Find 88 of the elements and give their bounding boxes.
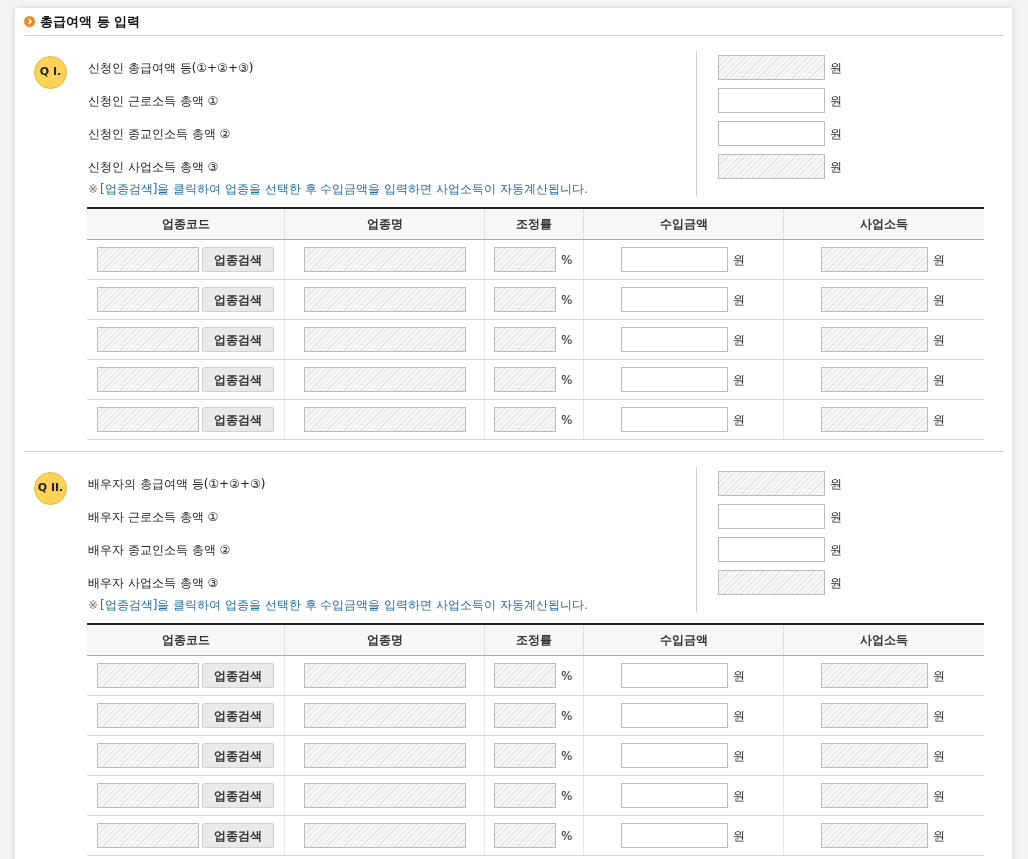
- unit-label: 원: [933, 411, 945, 429]
- input-field[interactable]: [621, 663, 728, 688]
- unit-label: %: [561, 667, 573, 685]
- unit-label: 원: [933, 291, 945, 309]
- search-button[interactable]: 업종검색: [202, 663, 274, 688]
- search-button[interactable]: 업종검색: [202, 287, 274, 312]
- column-header: 사업소득: [859, 216, 909, 233]
- unit-label: 원: [830, 158, 842, 176]
- question-badge: Q I.: [34, 56, 67, 89]
- input-field[interactable]: [621, 327, 728, 352]
- field-label: 배우자 근로소득 총액 ①: [88, 508, 219, 526]
- unit-label: 원: [933, 707, 945, 725]
- unit-label: 원: [733, 251, 745, 269]
- unit-label: %: [561, 371, 573, 389]
- unit-label: %: [561, 411, 573, 429]
- input-field[interactable]: [621, 367, 728, 392]
- unit-label: 원: [830, 59, 842, 77]
- unit-label: 원: [933, 747, 945, 765]
- search-button[interactable]: 업종검색: [202, 783, 274, 808]
- note-text: [업종검색]을 클릭하여 업종을 선택한 후 수입금액을 입력하면 사업소득이 자동계산됩니다.: [100, 596, 588, 614]
- column-header: 조정률: [485, 625, 584, 655]
- unit-label: 원: [933, 787, 945, 805]
- unit-label: %: [561, 331, 573, 349]
- input-field[interactable]: [621, 783, 728, 808]
- unit-label: %: [561, 251, 573, 269]
- search-button[interactable]: 업종검색: [202, 247, 274, 272]
- input-field[interactable]: [718, 88, 825, 113]
- unit-label: 원: [933, 667, 945, 685]
- field-label: 배우자 사업소득 총액 ③: [88, 574, 219, 592]
- input-field[interactable]: [718, 121, 825, 146]
- unit-label: 원: [933, 331, 945, 349]
- search-button[interactable]: 업종검색: [202, 823, 274, 848]
- unit-label: 원: [733, 787, 745, 805]
- search-button[interactable]: 업종검색: [202, 743, 274, 768]
- column-header: 사업소득: [859, 632, 909, 649]
- unit-label: 원: [830, 475, 842, 493]
- section-title: 총급여액 등 입력: [40, 12, 141, 31]
- unit-label: %: [561, 707, 573, 725]
- unit-label: 원: [733, 331, 745, 349]
- unit-label: 원: [733, 747, 745, 765]
- field-label: 신청인 총급여액 등(①+②+③): [88, 59, 254, 77]
- unit-label: 원: [830, 508, 842, 526]
- input-field[interactable]: [621, 247, 728, 272]
- unit-label: 원: [733, 291, 745, 309]
- field-label: 신청인 사업소득 총액 ③: [88, 158, 219, 176]
- column-header: 업종코드: [87, 209, 285, 239]
- unit-label: 원: [733, 411, 745, 429]
- unit-label: 원: [830, 92, 842, 110]
- column-header: 수입금액: [584, 209, 784, 239]
- unit-label: 원: [733, 827, 745, 845]
- search-button[interactable]: 업종검색: [202, 367, 274, 392]
- unit-label: 원: [830, 125, 842, 143]
- unit-label: 원: [733, 371, 745, 389]
- unit-label: 원: [933, 251, 945, 269]
- unit-label: 원: [933, 827, 945, 845]
- column-header: 조정률: [485, 209, 584, 239]
- column-header: 수입금액: [584, 625, 784, 655]
- unit-label: %: [561, 291, 573, 309]
- search-button[interactable]: 업종검색: [202, 407, 274, 432]
- input-field[interactable]: [621, 407, 728, 432]
- field-label: 신청인 근로소득 총액 ①: [88, 92, 219, 110]
- note-mark: ※: [88, 180, 99, 198]
- unit-label: %: [561, 787, 573, 805]
- input-field[interactable]: [621, 703, 728, 728]
- unit-label: %: [561, 747, 573, 765]
- column-header: 업종명: [285, 625, 485, 655]
- field-label: 배우자의 총급여액 등(①+②+③): [88, 475, 266, 493]
- input-field[interactable]: [621, 287, 728, 312]
- input-field[interactable]: [718, 504, 825, 529]
- field-label: 배우자 종교인소득 총액 ②: [88, 541, 231, 559]
- column-header: 업종명: [285, 209, 485, 239]
- unit-label: 원: [830, 541, 842, 559]
- unit-label: 원: [733, 667, 745, 685]
- chevron-circle-icon: [24, 16, 35, 27]
- input-field[interactable]: [718, 537, 825, 562]
- unit-label: %: [561, 827, 573, 845]
- field-label: 신청인 종교인소득 총액 ②: [88, 125, 231, 143]
- unit-label: 원: [933, 371, 945, 389]
- input-field[interactable]: [621, 823, 728, 848]
- question-badge: Q II.: [34, 472, 67, 505]
- note-text: [업종검색]을 클릭하여 업종을 선택한 후 수입금액을 입력하면 사업소득이 자동계산됩니다.: [100, 180, 588, 198]
- unit-label: 원: [830, 574, 842, 592]
- column-header: 업종코드: [87, 625, 285, 655]
- search-button[interactable]: 업종검색: [202, 327, 274, 352]
- unit-label: 원: [733, 707, 745, 725]
- search-button[interactable]: 업종검색: [202, 703, 274, 728]
- input-field[interactable]: [621, 743, 728, 768]
- note-mark: ※: [88, 596, 99, 614]
